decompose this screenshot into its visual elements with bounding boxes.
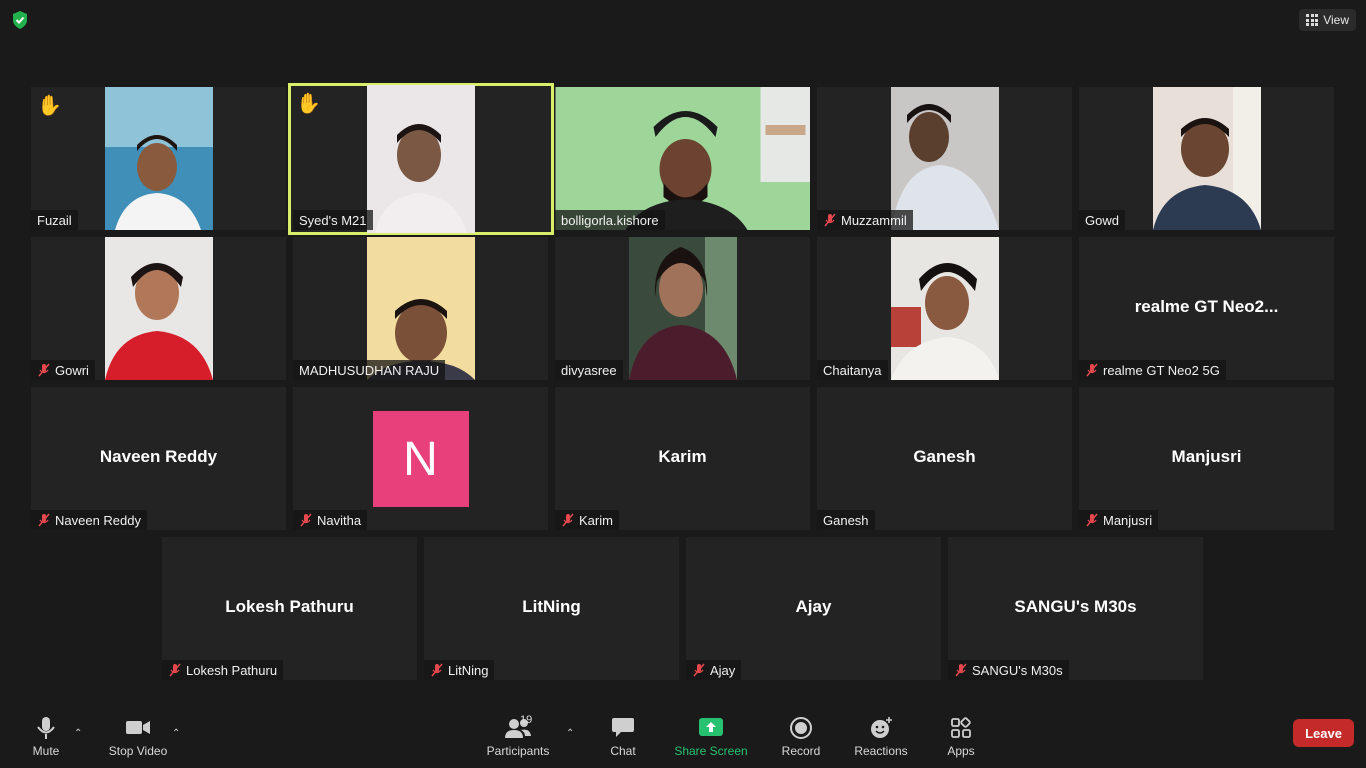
mic-muted-icon	[1086, 513, 1098, 527]
name-label: Naveen Reddy	[31, 510, 147, 530]
mic-muted-icon	[562, 513, 574, 527]
video-tile-gowd[interactable]: Gowd	[1079, 87, 1334, 230]
video-tile-fuzail[interactable]: ✋ Fuzail	[31, 87, 286, 230]
name-label: Karim	[555, 510, 619, 530]
participant-display-name: Lokesh Pathuru	[225, 596, 354, 616]
video-camera-icon	[126, 721, 150, 734]
participant-display-name: Manjusri	[1171, 446, 1242, 466]
participant-display-name: realme GT Neo2...	[1134, 296, 1279, 316]
video-tile-chaitanya[interactable]: Chaitanya	[817, 237, 1072, 380]
video-tile-divyasree[interactable]: divyasree	[555, 237, 810, 380]
share-screen-button[interactable]: Share Screen	[674, 716, 748, 758]
name-label: Gowri	[31, 360, 95, 380]
video-tile-litning[interactable]: LitNing LitNing	[424, 537, 679, 680]
video-tile-navitha[interactable]: N Navitha	[293, 387, 548, 530]
chat-bubble-icon	[612, 718, 634, 737]
video-tile-naveen[interactable]: Naveen Reddy Naveen Reddy	[31, 387, 286, 530]
video-tile-madhusudhan[interactable]: MADHUSUDHAN RAJU	[293, 237, 548, 380]
name-label: Syed's M21	[293, 210, 373, 230]
participant-video	[890, 237, 999, 380]
name-label: Navitha	[293, 510, 368, 530]
mic-muted-icon	[38, 363, 50, 377]
video-tile-manjusri[interactable]: Manjusri Manjusri	[1079, 387, 1334, 530]
grid-view-icon	[1306, 14, 1319, 26]
mic-muted-icon	[431, 663, 443, 677]
name-label: LitNing	[424, 660, 495, 680]
name-label: Fuzail	[31, 210, 78, 230]
name-label: Muzzammil	[817, 210, 913, 230]
emoji-reaction-icon	[871, 717, 892, 738]
participant-video	[555, 87, 810, 230]
video-tile-sangu[interactable]: SANGU's M30s SANGU's M30s	[948, 537, 1203, 680]
name-label: realme GT Neo2 5G	[1079, 360, 1226, 380]
name-label: Manjusri	[1079, 510, 1159, 530]
mic-muted-icon	[169, 663, 181, 677]
mic-muted-icon	[1086, 363, 1098, 377]
apps-button[interactable]: Apps	[944, 716, 978, 758]
video-tile-lokesh[interactable]: Lokesh Pathuru Lokesh Pathuru	[162, 537, 417, 680]
record-icon	[790, 717, 812, 739]
stop-video-button[interactable]: Stop Video	[108, 716, 168, 758]
mic-muted-icon	[693, 663, 705, 677]
video-tile-ajay[interactable]: Ajay Ajay	[686, 537, 941, 680]
participant-display-name: Naveen Reddy	[99, 446, 218, 466]
apps-icon	[951, 717, 971, 738]
name-label: Ajay	[686, 660, 742, 680]
video-tile-kishore[interactable]: bolligorla.kishore	[555, 87, 810, 230]
leave-meeting-button[interactable]: Leave	[1293, 719, 1354, 747]
view-label: View	[1323, 13, 1349, 27]
raised-hand-icon: ✋	[37, 95, 62, 117]
participant-video	[366, 237, 475, 380]
video-options-caret[interactable]: ⌃	[172, 728, 180, 739]
view-button[interactable]: View	[1299, 9, 1356, 31]
mic-muted-icon	[824, 213, 836, 227]
security-shield-icon[interactable]	[10, 10, 30, 30]
raised-hand-icon: ✋	[296, 93, 321, 115]
name-label: bolligorla.kishore	[555, 210, 665, 230]
chat-button[interactable]: Chat	[604, 716, 642, 758]
mic-muted-icon	[955, 663, 967, 677]
meeting-toolbar: Mute ⌃ Stop Video ⌃ 19 Participants ⌃ Ch…	[0, 708, 1366, 768]
video-tile-ganesh[interactable]: Ganesh Ganesh	[817, 387, 1072, 530]
name-label: SANGU's M30s	[948, 660, 1069, 680]
name-label: Chaitanya	[817, 360, 888, 380]
participant-video	[104, 87, 213, 230]
video-tile-realme[interactable]: realme GT Neo2... realme GT Neo2 5G	[1079, 237, 1334, 380]
participants-button[interactable]: 19 Participants	[486, 714, 550, 758]
video-tile-karim[interactable]: Karim Karim	[555, 387, 810, 530]
participant-video	[890, 87, 999, 230]
name-label: Ganesh	[817, 510, 875, 530]
participant-display-name: Ganesh	[913, 446, 976, 466]
participant-count: 19	[520, 714, 533, 726]
mic-muted-icon	[300, 513, 312, 527]
participant-display-name: Ajay	[795, 596, 832, 616]
participant-video	[628, 237, 737, 380]
name-label: MADHUSUDHAN RAJU	[293, 360, 446, 380]
mute-button[interactable]: Mute	[28, 716, 64, 758]
participant-display-name: SANGU's M30s	[1014, 596, 1137, 616]
mic-muted-icon	[38, 513, 50, 527]
video-tile-muzzammil[interactable]: Muzzammil	[817, 87, 1072, 230]
name-label: Gowd	[1079, 210, 1125, 230]
name-label: divyasree	[555, 360, 623, 380]
participant-video	[104, 237, 213, 380]
avatar: N	[372, 411, 469, 507]
microphone-icon	[37, 717, 55, 739]
participants-options-caret[interactable]: ⌃	[566, 728, 574, 739]
reactions-button[interactable]: Reactions	[853, 716, 909, 758]
participant-video	[1152, 87, 1261, 230]
video-tile-gowri[interactable]: Gowri	[31, 237, 286, 380]
name-label: Lokesh Pathuru	[162, 660, 284, 680]
record-button[interactable]: Record	[780, 716, 822, 758]
participant-video	[367, 85, 475, 233]
audio-options-caret[interactable]: ⌃	[74, 728, 82, 739]
video-tile-syed[interactable]: ✋ Syed's M21	[288, 83, 554, 235]
share-screen-icon	[699, 718, 723, 736]
participant-display-name: Karim	[658, 446, 707, 466]
participant-display-name: LitNing	[522, 596, 581, 616]
